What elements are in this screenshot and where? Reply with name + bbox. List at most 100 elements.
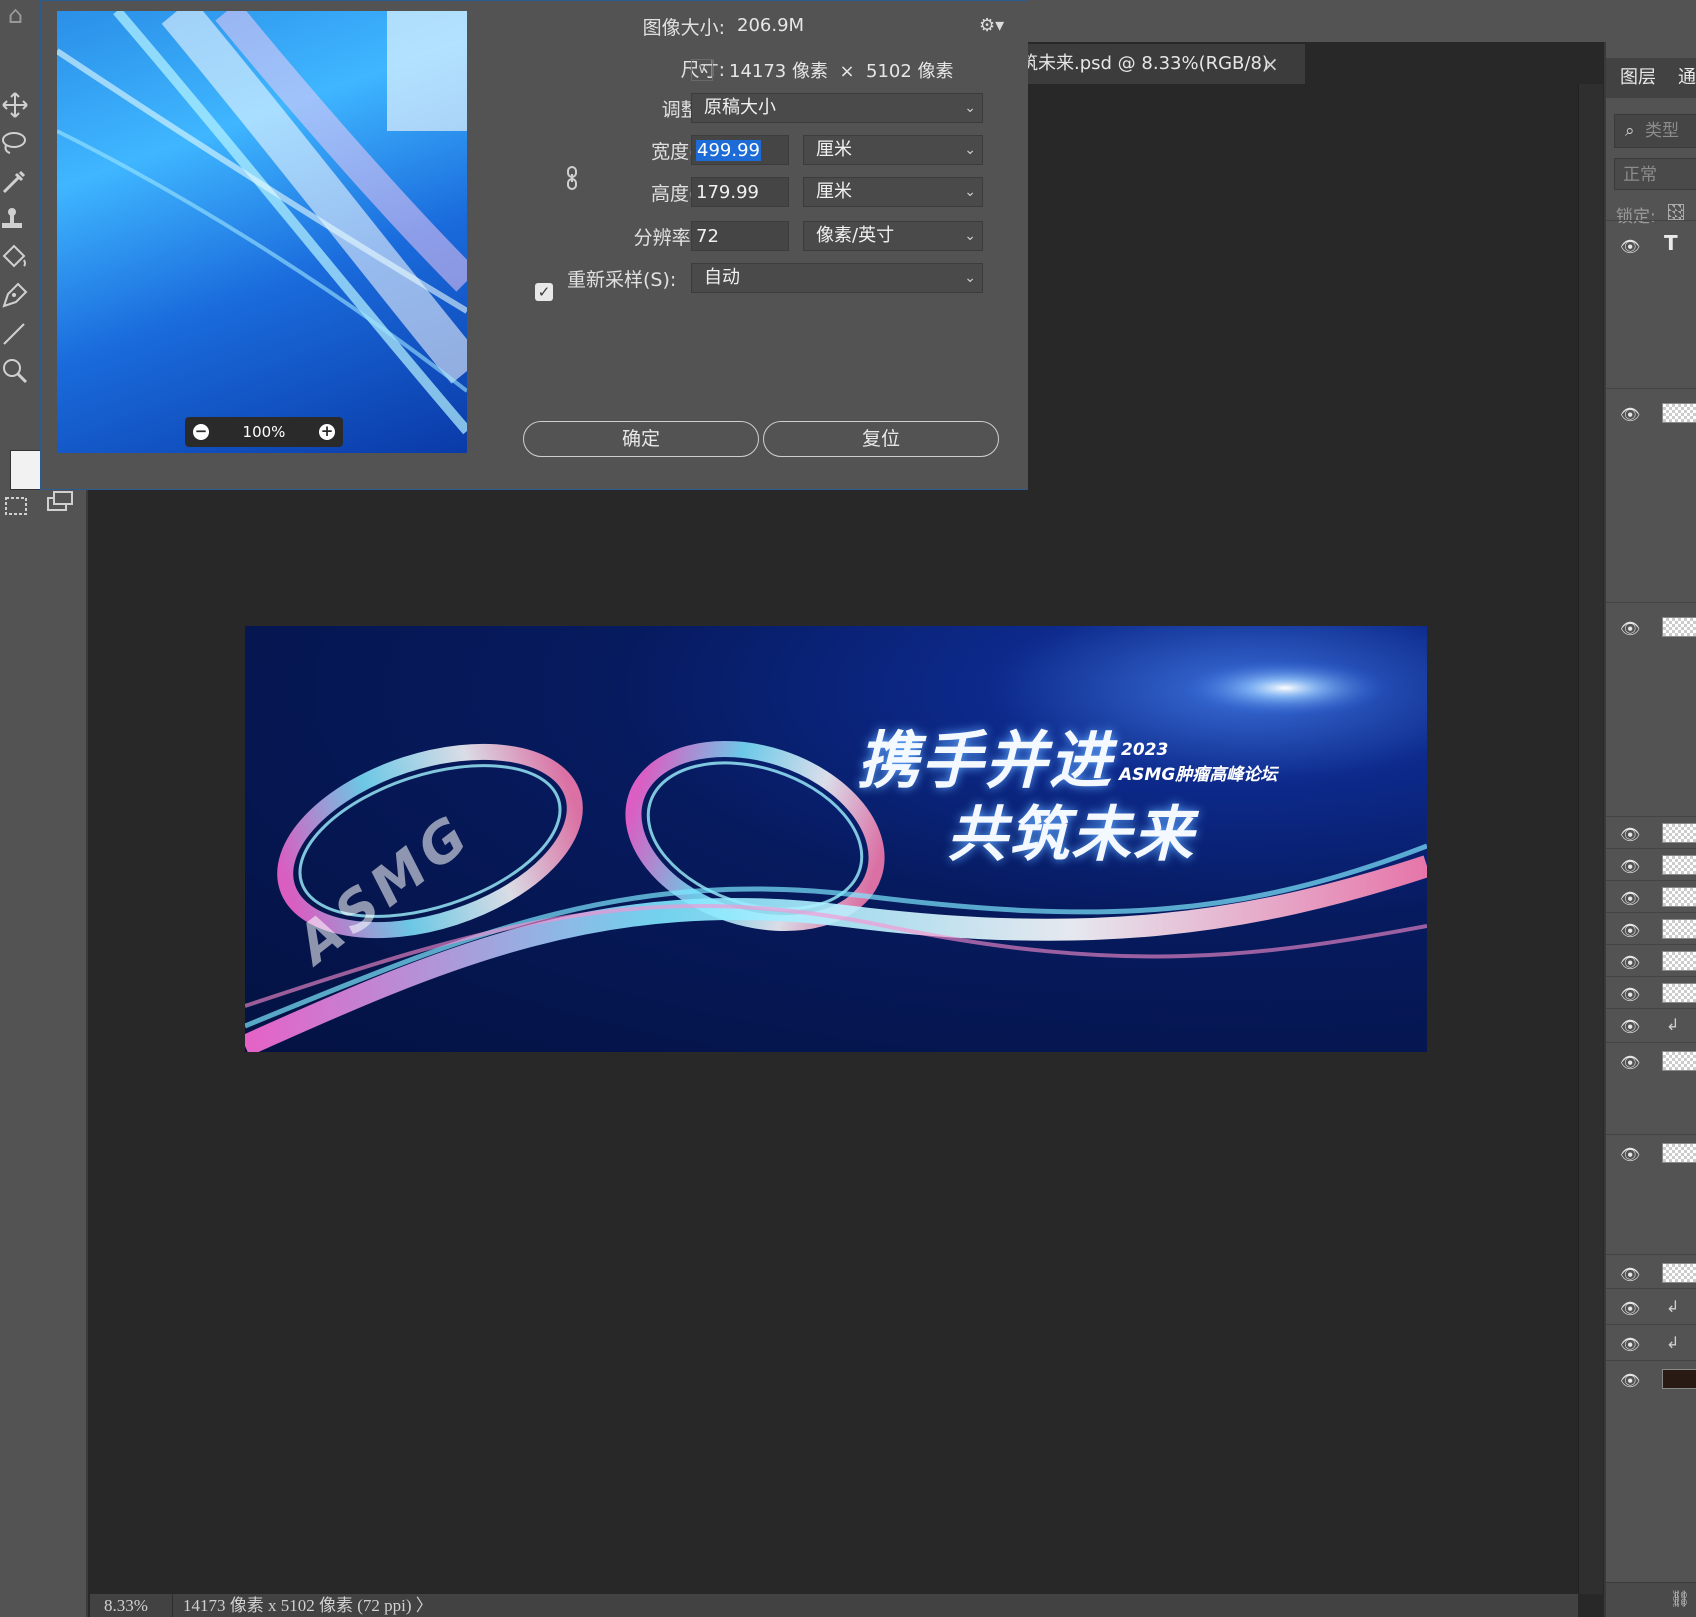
artwork-forum-name: ASMG肿瘤高峰论坛	[1119, 765, 1278, 785]
tab-channels[interactable]: 通	[1678, 58, 1696, 98]
artwork-canvas[interactable]: ASMG 携手并进 2023 ASMG肿瘤高峰论坛 共筑未来	[245, 626, 1427, 1052]
resample-select[interactable]: 自动 ⌄	[691, 263, 983, 293]
artwork-year: 2023	[1121, 740, 1169, 760]
layer-row[interactable]: 👁	[1606, 816, 1696, 849]
preview-zoom-control: 100% − +	[185, 417, 343, 447]
status-arrow-icon[interactable]: 〉	[416, 1596, 433, 1615]
lens-flare	[1175, 658, 1395, 718]
eye-icon[interactable]: 👁	[1620, 1371, 1642, 1390]
width-input[interactable]: 499.99	[691, 135, 789, 165]
chevron-down-icon[interactable]: ∨	[691, 59, 713, 81]
zoom-tool-icon[interactable]	[0, 356, 30, 386]
layer-thumbnail	[1662, 1143, 1696, 1163]
eye-icon[interactable]: 👁	[1620, 953, 1642, 972]
resample-checkbox[interactable]: ✓	[535, 283, 553, 301]
dimensions-height: 5102	[866, 61, 912, 82]
layer-row[interactable]: 👁	[1606, 880, 1696, 913]
width-unit: 厘米	[816, 139, 852, 160]
eye-icon[interactable]: 👁	[1620, 857, 1642, 876]
layer-row[interactable]: 👁	[1606, 912, 1696, 945]
lock-transparency-icon[interactable]	[1668, 204, 1684, 220]
tab-layers[interactable]: 图层	[1620, 58, 1656, 98]
search-icon: ⌕	[1625, 121, 1635, 141]
link-layers-icon[interactable]: ⛓	[1670, 1589, 1690, 1608]
ok-button[interactable]: 确定	[523, 421, 759, 457]
image-size-label: 图像大小:	[642, 17, 725, 39]
lasso-tool-icon[interactable]	[0, 128, 30, 158]
resolution-unit-select[interactable]: 像素/英寸 ⌄	[803, 221, 983, 251]
eye-icon[interactable]: 👁	[1620, 825, 1642, 844]
eye-icon[interactable]: 👁	[1620, 1299, 1642, 1318]
layer-row[interactable]: 👁	[1606, 1254, 1696, 1289]
layer-filter-search[interactable]: ⌕ 类型	[1614, 114, 1696, 148]
eye-icon[interactable]: 👁	[1620, 619, 1642, 638]
chevron-down-icon: ⌄	[964, 228, 976, 244]
eye-icon[interactable]: 👁	[1620, 1145, 1642, 1164]
layer-row[interactable]: 👁	[1606, 388, 1696, 603]
layer-row[interactable]: 👁 ↲	[1606, 1008, 1696, 1043]
eye-icon[interactable]: 👁	[1620, 237, 1642, 256]
status-bar: 8.33% 14173 像素 x 5102 像素 (72 ppi) 〉	[90, 1594, 1578, 1617]
layer-row[interactable]: 👁 ↲	[1606, 1324, 1696, 1361]
preview-image[interactable]: 100% − +	[57, 11, 467, 453]
chevron-down-icon: ⌄	[964, 100, 976, 116]
home-icon[interactable]: ⌂	[8, 2, 38, 28]
eye-icon[interactable]: 👁	[1620, 1053, 1642, 1072]
eye-icon[interactable]: 👁	[1620, 405, 1642, 424]
eye-icon[interactable]: 👁	[1620, 1017, 1642, 1036]
layer-thumbnail	[1662, 617, 1696, 637]
layer-row[interactable]: 👁	[1606, 848, 1696, 881]
eye-icon[interactable]: 👁	[1620, 889, 1642, 908]
eye-icon[interactable]: 👁	[1620, 921, 1642, 940]
layer-row[interactable]: 👁 ↲	[1606, 1288, 1696, 1325]
pen-tool-icon[interactable]	[0, 280, 30, 310]
paint-bucket-tool-icon[interactable]	[0, 242, 30, 272]
move-tool-icon[interactable]	[0, 90, 30, 120]
layer-thumbnail	[1662, 1263, 1696, 1283]
quick-mask-icon[interactable]	[4, 492, 34, 522]
layer-row[interactable]: 👁	[1606, 1134, 1696, 1255]
eyedropper-tool-icon[interactable]	[0, 166, 30, 196]
reset-button[interactable]: 复位	[763, 421, 999, 457]
stamp-tool-icon[interactable]	[0, 204, 30, 234]
layer-thumbnail	[1662, 823, 1696, 843]
status-document-info[interactable]: 14173 像素 x 5102 像素 (72 ppi) 〉	[172, 1594, 433, 1617]
fit-to-value: 原稿大小	[704, 97, 776, 118]
layer-row[interactable]: 👁	[1606, 976, 1696, 1009]
layer-thumbnail	[1662, 983, 1696, 1003]
document-tab-title: 筑未来.psd @ 8.33%(RGB/8)	[1020, 53, 1269, 74]
status-zoom[interactable]: 8.33%	[104, 1594, 148, 1617]
preview-light-streaks	[57, 11, 467, 435]
layer-thumbnail	[1662, 855, 1696, 875]
blend-mode-select[interactable]: 正常	[1614, 158, 1696, 190]
zoom-out-icon[interactable]: −	[193, 424, 209, 440]
chain-link-icon[interactable]	[563, 165, 581, 191]
eye-icon[interactable]: 👁	[1620, 985, 1642, 1004]
vertical-scrollbar[interactable]	[1578, 84, 1603, 1594]
screen-mode-icon[interactable]	[46, 488, 76, 518]
fit-to-select[interactable]: 原稿大小 ⌄	[691, 93, 983, 123]
layer-row[interactable]: 👁 T	[1606, 220, 1696, 389]
height-unit-select[interactable]: 厘米 ⌄	[803, 177, 983, 207]
resolution-input[interactable]: 72	[691, 221, 789, 251]
layer-row[interactable]: 👁	[1606, 602, 1696, 817]
line-tool-icon[interactable]	[0, 318, 30, 348]
zoom-in-icon[interactable]: +	[319, 424, 335, 440]
height-input[interactable]: 179.99	[691, 177, 789, 207]
layer-row[interactable]: 👁	[1606, 1360, 1696, 1481]
layer-row[interactable]: 👁	[1606, 944, 1696, 977]
width-value: 499.99	[696, 140, 761, 161]
layer-thumbnail	[1662, 919, 1696, 939]
gear-icon[interactable]: ⚙▾	[979, 15, 1007, 37]
layer-row[interactable]: 👁	[1606, 1042, 1696, 1135]
foreground-color-swatch[interactable]	[10, 450, 42, 490]
eye-icon[interactable]: 👁	[1620, 1335, 1642, 1354]
width-unit-select[interactable]: 厘米 ⌄	[803, 135, 983, 165]
clipping-arrow-icon: ↲	[1666, 1333, 1680, 1352]
layer-thumbnail	[1662, 1369, 1696, 1389]
dimensions-readout: 14173 像素 × 5102 像素	[729, 57, 954, 83]
eye-icon[interactable]: 👁	[1620, 1265, 1642, 1284]
type-layer-icon: T	[1664, 231, 1678, 255]
status-dimensions: 14173 像素 x 5102 像素 (72 ppi)	[183, 1596, 412, 1615]
close-tab-icon[interactable]: ×	[1262, 44, 1282, 84]
